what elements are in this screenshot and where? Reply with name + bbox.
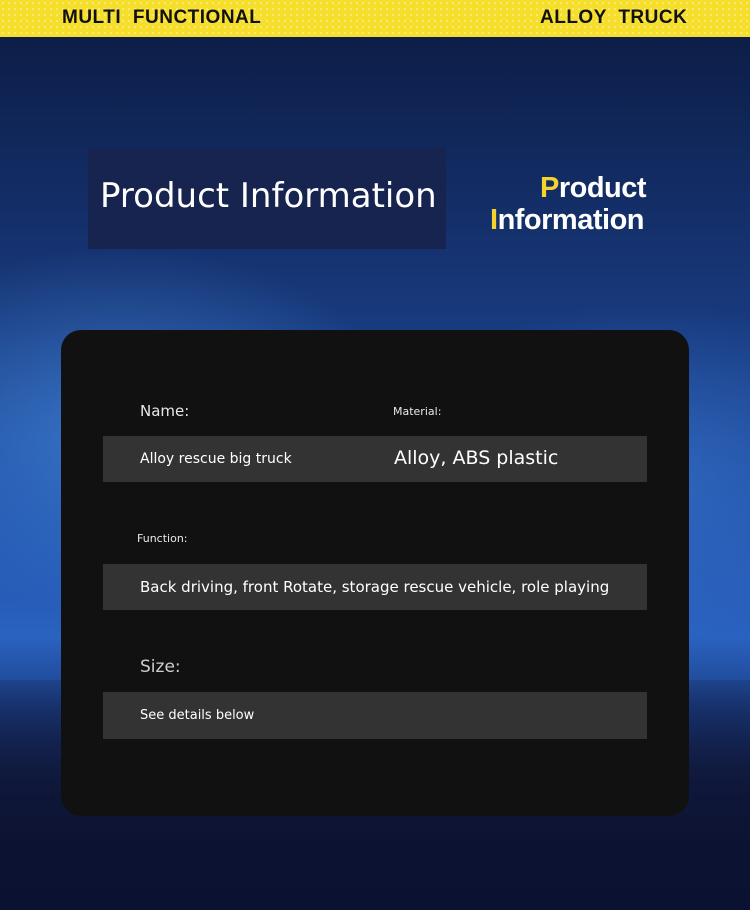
top-banner: MULTI FUNCTIONAL ALLOY TRUCK <box>0 0 750 37</box>
logo-title-initial-p: P <box>540 172 559 204</box>
size-label: Size: <box>140 657 181 677</box>
page-title: Product Information <box>100 176 437 216</box>
material-value: Alloy, ABS plastic <box>394 447 559 469</box>
name-material-row: Alloy rescue big truck Alloy, ABS plasti… <box>103 436 647 482</box>
name-label: Name: <box>140 402 190 420</box>
function-value: Back driving, front Rotate, storage resc… <box>140 578 610 596</box>
logo-title-line1: Product <box>540 172 647 204</box>
logo-title-initial-i: I <box>490 204 498 236</box>
logo-title-rest-2: nformation <box>497 204 645 236</box>
function-label: Function: <box>137 532 188 545</box>
size-row: See details below <box>103 692 647 739</box>
section-logo-title: Product Information <box>490 172 647 236</box>
banner-left-text: MULTI FUNCTIONAL <box>62 7 262 28</box>
logo-title-rest-1: roduct <box>558 172 647 204</box>
name-value: Alloy rescue big truck <box>140 451 292 467</box>
banner-right-text: ALLOY TRUCK <box>540 7 688 28</box>
title-box: Product Information <box>88 148 446 249</box>
logo-title-line2: Information <box>490 204 646 236</box>
material-label: Material: <box>393 405 442 418</box>
size-value: See details below <box>140 708 255 723</box>
function-row: Back driving, front Rotate, storage resc… <box>103 564 647 610</box>
